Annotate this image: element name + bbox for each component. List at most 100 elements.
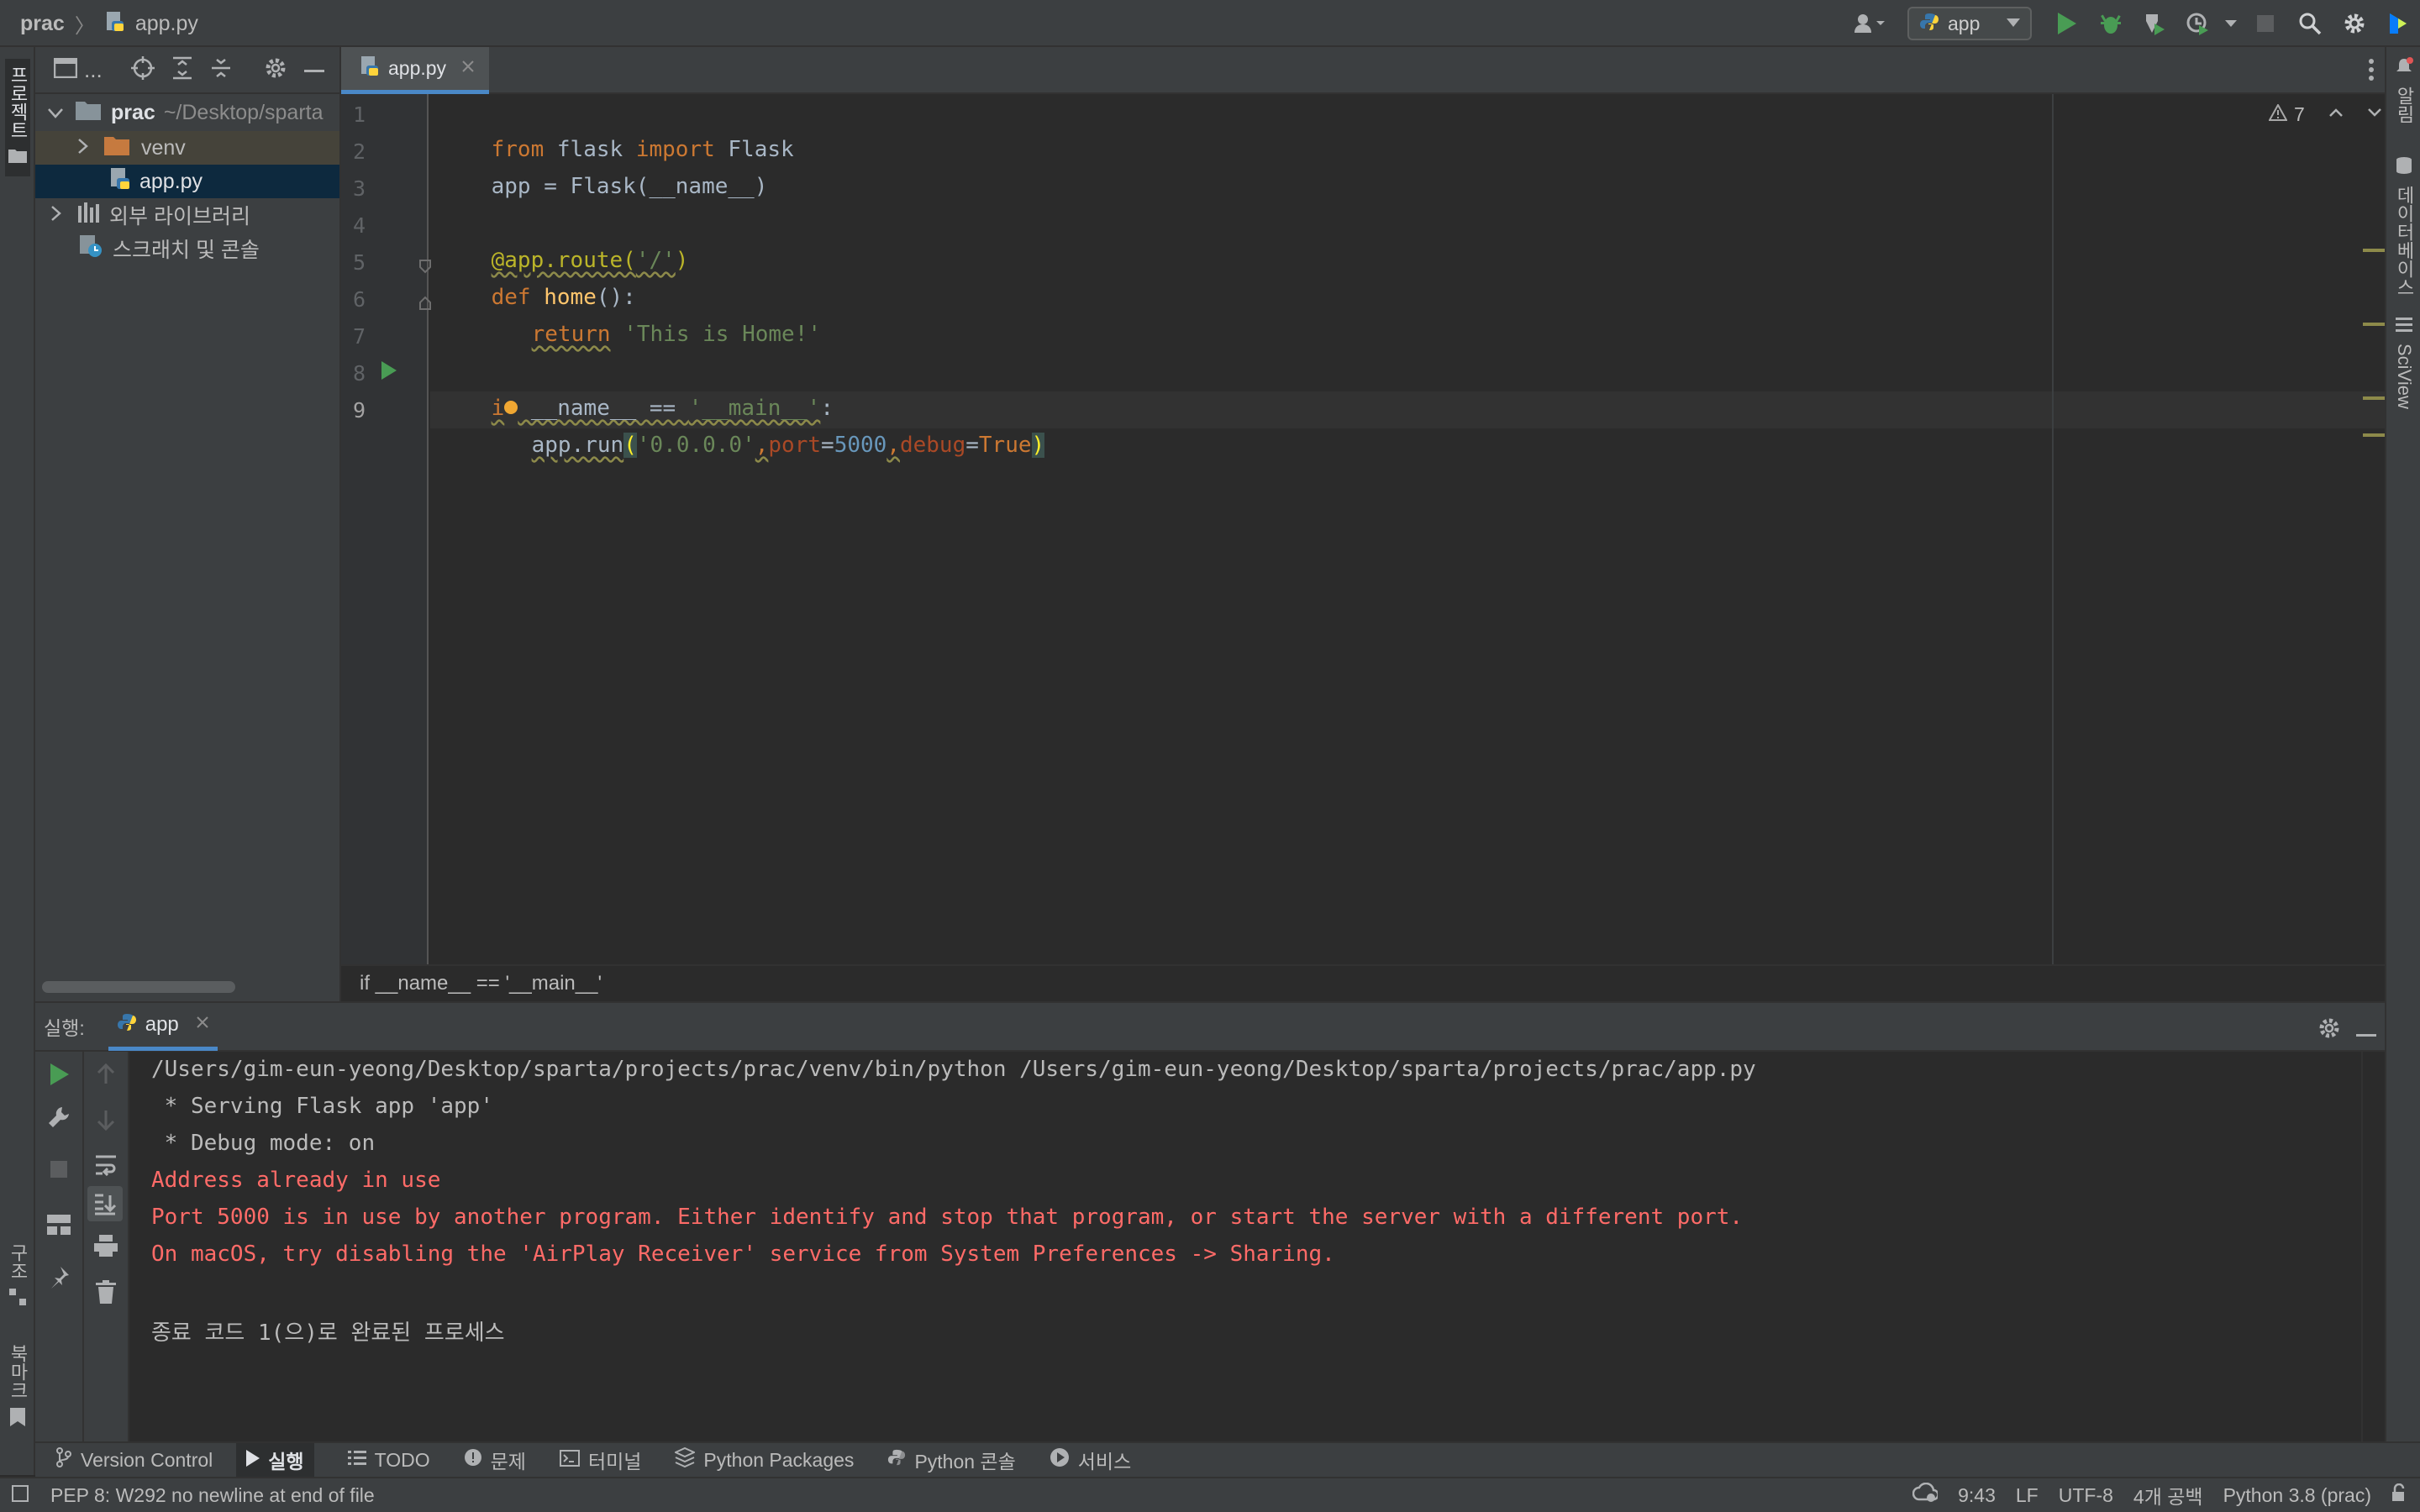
run-config-selector[interactable]: app — [1907, 7, 2032, 40]
horizontal-scrollbar[interactable] — [42, 981, 235, 993]
left-tool-strip: 프로젝트 구조 북마크 — [0, 47, 35, 1475]
code-token: ) — [1031, 433, 1045, 458]
chevron-right-icon[interactable] — [77, 136, 89, 160]
editor-breadcrumb[interactable]: if __name__ == '__main__' — [360, 972, 602, 995]
tab-python-packages[interactable]: Python Packages — [674, 1446, 854, 1473]
locate-icon[interactable] — [130, 55, 155, 84]
scroll-to-end-icon[interactable] — [87, 1186, 123, 1221]
indent-setting[interactable]: 4개 공백 — [2133, 1481, 2203, 1509]
tab-run[interactable]: 실행 — [236, 1443, 314, 1477]
search-icon[interactable] — [2287, 5, 2333, 42]
console-scrollbar[interactable] — [2361, 1052, 2385, 1441]
status-message[interactable]: PEP 8: W292 no newline at end of file — [50, 1484, 375, 1507]
tab-version-control[interactable]: Version Control — [55, 1447, 213, 1473]
python-file-icon — [109, 167, 131, 197]
gear-icon[interactable] — [264, 56, 287, 84]
debug-icon[interactable] — [2089, 5, 2133, 42]
chevron-right-icon[interactable] — [50, 203, 62, 228]
project-view-label[interactable]: ... — [84, 57, 103, 83]
gear-icon[interactable] — [2317, 1016, 2341, 1044]
soft-wrap-icon[interactable] — [94, 1154, 118, 1180]
project-toolbar: ... — [35, 47, 339, 94]
file-encoding[interactable]: UTF-8 — [2059, 1484, 2113, 1507]
python-icon — [117, 1012, 137, 1037]
ide-logo-icon[interactable] — [2376, 5, 2420, 42]
tree-item-external-libraries[interactable]: 외부 라이브러리 — [35, 198, 339, 232]
notifications-tool-button[interactable]: 알림 — [2391, 57, 2417, 123]
tree-item-venv[interactable]: venv — [35, 131, 339, 165]
error-stripe-mark[interactable] — [2363, 396, 2385, 400]
python-icon — [1919, 12, 1939, 36]
chevron-down-icon[interactable] — [47, 101, 64, 125]
run-tab-app[interactable]: app — [108, 1002, 218, 1051]
layout-icon[interactable] — [47, 1215, 71, 1239]
stop-icon[interactable] — [2244, 5, 2287, 42]
error-stripe-mark[interactable] — [2363, 249, 2385, 252]
fold-icon[interactable] — [418, 259, 432, 277]
gear-icon[interactable] — [2333, 5, 2376, 42]
wrench-icon[interactable] — [47, 1105, 71, 1133]
line-number: 6 — [353, 287, 366, 312]
close-icon[interactable] — [461, 60, 475, 77]
pin-icon[interactable] — [47, 1265, 71, 1293]
tree-item-app-py[interactable]: app.py — [35, 165, 339, 198]
tab-problems[interactable]: 문제 — [464, 1446, 526, 1474]
tab-terminal[interactable]: 터미널 — [559, 1446, 641, 1474]
collapse-all-icon[interactable] — [210, 56, 232, 84]
database-tool-button[interactable]: 데이터베이스 — [2391, 156, 2417, 297]
tree-root-path: ~/Desktop/sparta — [163, 100, 324, 124]
run-icon[interactable] — [2045, 5, 2089, 42]
inspection-widget[interactable]: 7 — [2268, 99, 2382, 129]
profile-icon[interactable] — [2176, 5, 2218, 42]
close-icon[interactable] — [196, 1016, 209, 1033]
breadcrumb-project[interactable]: prac — [20, 12, 65, 36]
rerun-icon[interactable] — [50, 1063, 69, 1089]
editor-tab-app-py[interactable]: app.py — [341, 47, 489, 94]
sync-icon[interactable] — [1912, 1482, 1939, 1508]
code-token: app = Flask(__name__) — [491, 174, 768, 199]
tree-item-scratches[interactable]: 스크래치 및 콘솔 — [35, 232, 339, 265]
lock-icon[interactable] — [2391, 1483, 2408, 1507]
bookmarks-tool-button[interactable]: 북마크 — [5, 1344, 30, 1462]
scroll-down-icon[interactable] — [96, 1109, 116, 1135]
database-tool-label: 데이터베이스 — [2394, 186, 2415, 297]
run-console[interactable]: /Users/gim-eun-yeong/Desktop/sparta/proj… — [129, 1052, 2361, 1441]
tab-todo[interactable]: TODO — [347, 1449, 430, 1472]
project-view-icon[interactable] — [53, 57, 78, 82]
toggle-tool-windows-icon[interactable] — [12, 1484, 29, 1507]
breadcrumb-file[interactable]: app.py — [135, 12, 198, 36]
run-gutter-icon[interactable] — [381, 361, 397, 383]
project-tool-button[interactable]: 프로젝트 — [5, 59, 30, 176]
line-separator[interactable]: LF — [2016, 1484, 2039, 1507]
structure-tool-button[interactable]: 구조 — [5, 1243, 30, 1361]
warning-icon — [2268, 102, 2288, 125]
code-line-1: from flask import Flask — [439, 94, 794, 162]
run-toolbar-divider — [82, 1052, 84, 1441]
chevron-down-icon[interactable] — [2367, 107, 2382, 122]
line-number: 8 — [353, 361, 366, 386]
expand-all-icon[interactable] — [171, 56, 193, 84]
run-icon — [246, 1449, 260, 1472]
hide-panel-icon[interactable] — [2356, 1026, 2376, 1042]
code-editor[interactable]: 1 2 3 4 5 6 7 8 9 from flask import Flas… — [341, 94, 2385, 964]
chevron-up-icon[interactable] — [2328, 107, 2344, 122]
error-stripe-mark[interactable] — [2363, 323, 2385, 326]
run-tab-label: app — [145, 1012, 179, 1036]
fold-icon[interactable] — [418, 296, 432, 314]
tab-services[interactable]: 서비스 — [1050, 1446, 1131, 1474]
trash-icon[interactable] — [96, 1280, 116, 1308]
caret-position[interactable]: 9:43 — [1958, 1484, 1996, 1507]
error-stripe-mark[interactable] — [2363, 433, 2385, 437]
tab-python-console[interactable]: Python 콘솔 — [887, 1446, 1016, 1474]
hide-panel-icon[interactable] — [303, 62, 324, 77]
account-icon[interactable] — [1840, 5, 1899, 42]
tree-root-prac[interactable]: prac ~/Desktop/sparta — [35, 94, 339, 131]
more-run-options-icon[interactable] — [2218, 5, 2244, 42]
sciview-tool-button[interactable]: SciView — [2391, 316, 2417, 409]
python-interpreter[interactable]: Python 3.8 (prac) — [2223, 1484, 2371, 1507]
more-tabs-icon[interactable] — [2368, 59, 2375, 85]
scroll-up-icon[interactable] — [96, 1063, 116, 1089]
coverage-icon[interactable] — [2133, 5, 2176, 42]
stop-icon[interactable] — [50, 1161, 67, 1182]
print-icon[interactable] — [94, 1235, 118, 1261]
